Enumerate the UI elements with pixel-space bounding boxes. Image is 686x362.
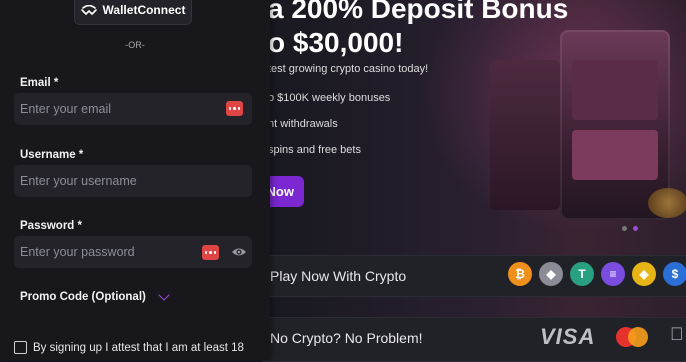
chevron-down-icon: [158, 289, 170, 301]
headline-line-1: a 200% Deposit Bonus: [268, 0, 569, 24]
slot-screen: [572, 60, 658, 120]
promo-bullet: nt withdrawals: [268, 118, 338, 130]
slot-machine-image: [490, 60, 560, 210]
carousel-dot-active[interactable]: [633, 226, 638, 231]
or-divider: -OR-: [125, 40, 145, 50]
promo-code-toggle[interactable]: Promo Code (Optional): [20, 289, 170, 303]
carousel-dot[interactable]: [622, 226, 627, 231]
slot-screen: [572, 130, 658, 180]
walletconnect-button[interactable]: WalletConnect: [74, 0, 192, 25]
bnb-icon: ◈: [632, 262, 656, 286]
username-label: Username *: [20, 149, 84, 161]
password-manager-icon[interactable]: [226, 101, 243, 116]
show-password-eye-icon[interactable]: [231, 245, 247, 259]
password-manager-icon[interactable]: [202, 245, 219, 260]
promo-bullet: spins and free bets: [268, 144, 361, 156]
fiat-strip-label: No Crypto? No Problem!: [270, 330, 423, 346]
coin-image: [648, 188, 686, 218]
username-field[interactable]: Enter your username: [14, 165, 252, 197]
email-label: Email *: [20, 77, 59, 89]
promo-subline: test growing crypto casino today!: [268, 63, 429, 75]
usdc-icon: $: [663, 262, 686, 286]
mastercard-logo: [616, 327, 648, 347]
terms-text: By signing up I attest that I am at leas…: [33, 341, 244, 354]
crypto-strip-label: Play Now With Crypto: [270, 268, 407, 284]
promo-headline: a 200% Deposit Bonus o $30,000!: [268, 0, 568, 60]
promo-code-label: Promo Code (Optional): [20, 291, 146, 303]
promo-bullet: o $100K weekly bonuses: [268, 92, 391, 104]
password-label: Password *: [20, 220, 82, 232]
signup-panel: WalletConnect -OR- Email * Enter your em…: [0, 0, 270, 360]
carousel-dots: [622, 218, 644, 236]
bitcoin-icon: ₿: [508, 262, 532, 286]
apple-pay-icon: : [670, 324, 684, 345]
email-field[interactable]: Enter your email: [14, 93, 252, 125]
tether-icon: T: [570, 262, 594, 286]
ethereum-icon: ◆: [539, 262, 563, 286]
visa-logo: VISA: [540, 324, 596, 349]
walletconnect-label: WalletConnect: [102, 2, 186, 17]
solana-icon: ≡: [601, 262, 625, 286]
headline-line-2: o $30,000!: [268, 27, 404, 58]
walletconnect-icon: [80, 4, 97, 15]
terms-checkbox[interactable]: [14, 341, 27, 354]
terms-checkbox-row[interactable]: By signing up I attest that I am at leas…: [14, 341, 244, 354]
